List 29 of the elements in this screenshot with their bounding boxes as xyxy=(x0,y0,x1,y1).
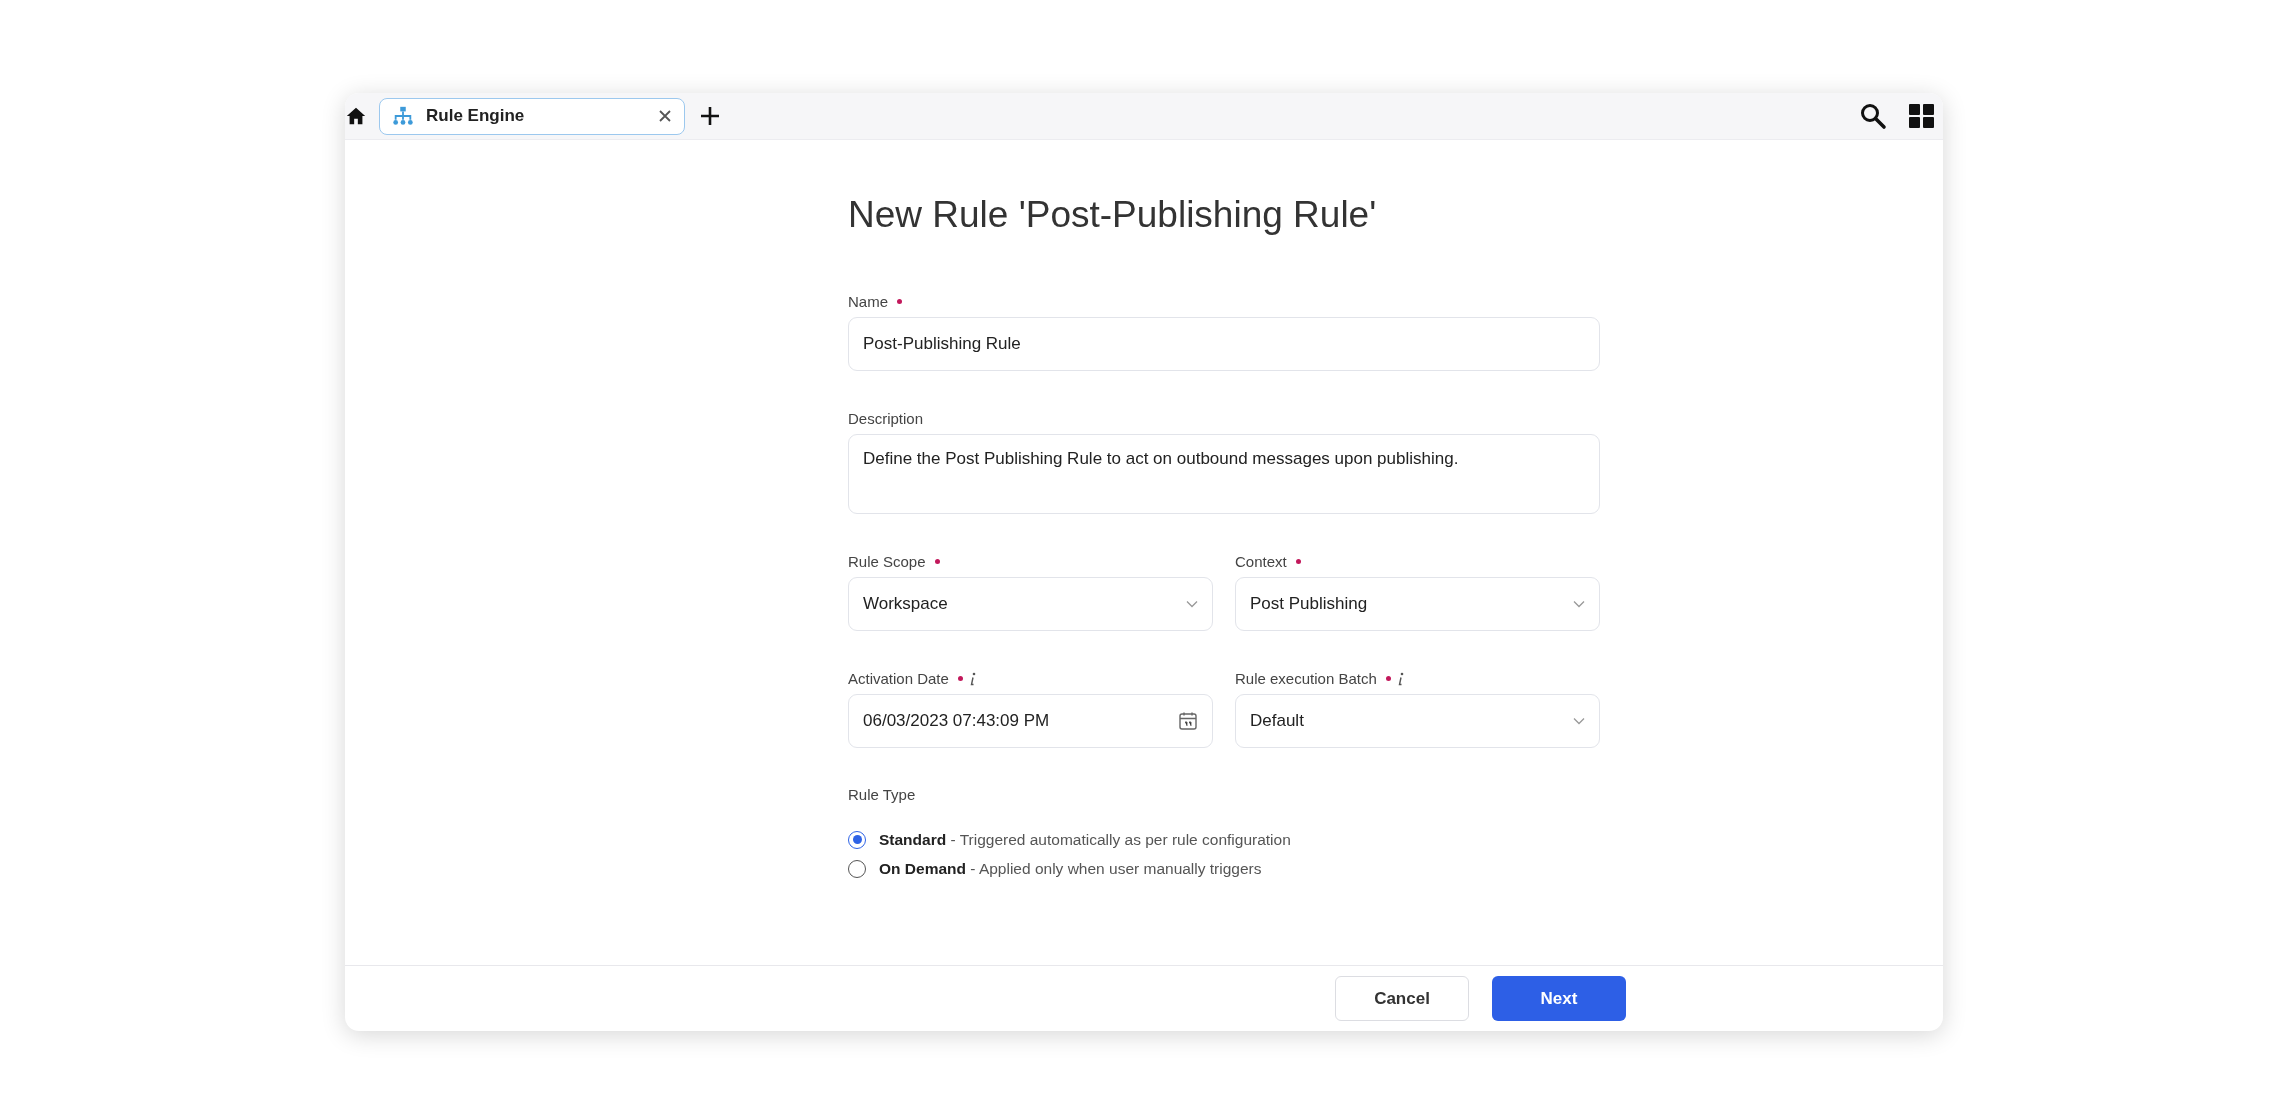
page-title: New Rule 'Post-Publishing Rule' xyxy=(848,193,1378,237)
description-field[interactable]: Define the Post Publishing Rule to act on outbound messages upon publishing. xyxy=(848,434,1600,514)
dropdown[interactable]: Default xyxy=(1235,694,1600,748)
chevron-down-icon xyxy=(1186,600,1198,608)
chevron-down-icon xyxy=(1573,717,1585,725)
next-button[interactable]: Next xyxy=(1492,976,1626,1021)
field-label: Rule Scope xyxy=(848,552,926,570)
field-label: Activation Date xyxy=(848,669,949,687)
date-field[interactable]: 06/03/2023 07:43:09 PM xyxy=(848,694,1213,748)
field-label: Description xyxy=(848,409,924,427)
dropdown[interactable]: Workspace xyxy=(848,577,1213,631)
field-label: Rule execution Batch xyxy=(1235,669,1377,687)
chevron-down-icon xyxy=(1573,600,1585,608)
calendar-icon[interactable] xyxy=(1178,711,1198,731)
field-label: Name xyxy=(848,292,888,310)
dropdown[interactable]: Post Publishing xyxy=(1235,577,1600,631)
add-tab-icon[interactable] xyxy=(699,105,721,127)
tab[interactable]: Rule Engine xyxy=(379,97,685,135)
hierarchy-icon xyxy=(392,105,414,127)
radio-option-label[interactable]: Standard - Triggered automatically as per rule configuration xyxy=(879,830,1291,849)
close-icon[interactable] xyxy=(658,109,672,123)
radio-option-label[interactable]: On Demand - Applied only when user manually triggers xyxy=(879,859,1262,878)
rule-type-label: Rule Type xyxy=(848,786,917,803)
grid-icon[interactable] xyxy=(1909,103,1935,129)
field-label: Context xyxy=(1235,552,1287,570)
name-field[interactable]: Post-Publishing Rule xyxy=(848,317,1600,371)
search-icon[interactable] xyxy=(1859,102,1887,130)
home-icon[interactable] xyxy=(345,105,367,127)
cancel-button[interactable]: Cancel xyxy=(1335,976,1469,1021)
